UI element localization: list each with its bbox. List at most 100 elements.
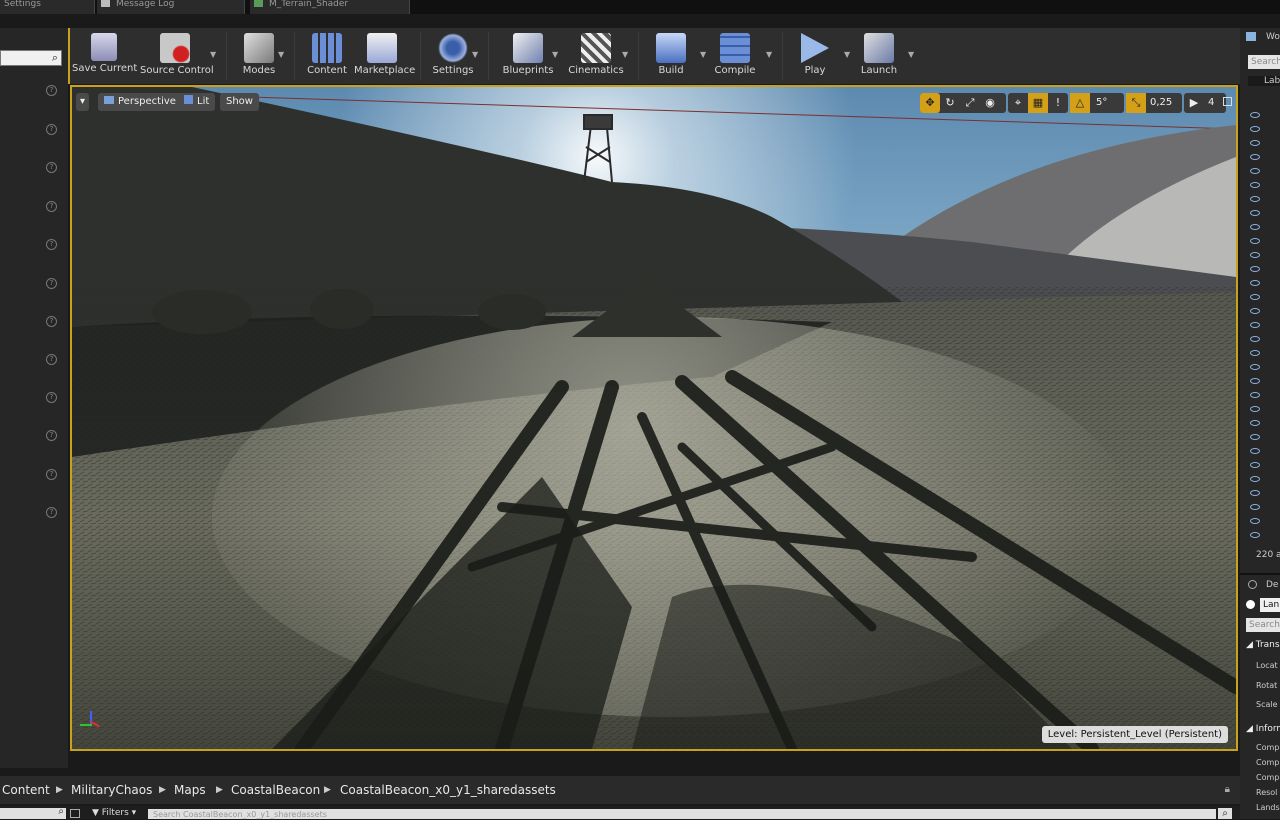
build-button[interactable]: Build — [646, 33, 696, 81]
breadcrumb-maps[interactable]: Maps — [174, 776, 206, 804]
marketplace-button[interactable]: Marketplace — [354, 33, 415, 81]
viewport-options-button[interactable]: ▾ — [76, 93, 90, 111]
perspective-button[interactable]: Perspective — [98, 93, 182, 111]
visibility-icon[interactable] — [1250, 434, 1260, 440]
maximize-icon[interactable] — [1223, 97, 1232, 106]
visibility-icon[interactable] — [1250, 532, 1260, 538]
visibility-icon[interactable] — [1250, 252, 1260, 258]
chevron-down-icon[interactable]: ▼ — [472, 50, 478, 59]
cinematics-button[interactable]: Cinematics — [566, 33, 626, 81]
visibility-icon[interactable] — [1250, 294, 1260, 300]
grid-warning-icon[interactable]: ! — [1048, 93, 1068, 113]
source-control-button[interactable]: Source Control — [140, 33, 214, 81]
visibility-icon[interactable] — [1250, 168, 1260, 174]
help-icon[interactable]: ? — [46, 392, 57, 403]
breadcrumb-arrow-icon[interactable]: ▶ — [216, 776, 223, 804]
transform-section[interactable]: ◢ Trans — [1246, 640, 1280, 650]
chevron-down-icon[interactable]: ▼ — [766, 50, 772, 59]
details-search-input[interactable]: Search — [1246, 618, 1280, 632]
show-button[interactable]: Show — [220, 93, 259, 111]
help-icon[interactable]: ? — [46, 316, 57, 327]
help-icon[interactable]: ? — [46, 354, 57, 365]
help-icon[interactable]: ? — [46, 124, 57, 135]
visibility-icon[interactable] — [1250, 462, 1260, 468]
translate-icon[interactable]: ✥ — [920, 93, 940, 113]
level-viewport[interactable]: ▾ Perspective Lit Show ✥ ↻ ⤢ ◉ ⌖ ▦! △ 5° ⤡ 0,2… — [70, 85, 1238, 751]
visibility-icon[interactable] — [1250, 392, 1260, 398]
breadcrumb-content[interactable]: Content — [2, 776, 50, 804]
visibility-icon[interactable] — [1250, 182, 1260, 188]
help-icon[interactable]: ? — [46, 85, 57, 96]
breadcrumb-militarychaos[interactable]: MilitaryChaos — [71, 776, 152, 804]
help-icon[interactable]: ? — [46, 469, 57, 480]
breadcrumb-sharedassets[interactable]: CoastalBeacon_x0_y1_sharedassets — [340, 776, 556, 804]
visibility-icon[interactable] — [1250, 420, 1260, 426]
tab-settings[interactable]: Settings — [0, 0, 95, 14]
modes-search-input[interactable]: ⌕ — [0, 50, 62, 66]
breadcrumb-arrow-icon[interactable]: ▶ — [324, 776, 331, 804]
modes-button[interactable]: Modes — [234, 33, 284, 81]
help-icon[interactable]: ? — [46, 201, 57, 212]
rotate-icon[interactable]: ↻ — [940, 93, 960, 113]
compile-button[interactable]: Compile — [710, 33, 760, 81]
visibility-icon[interactable] — [1250, 210, 1260, 216]
world-local-icon[interactable]: ◉ — [980, 93, 1000, 113]
launch-button[interactable]: Launch — [854, 33, 904, 81]
visibility-icon[interactable] — [1250, 518, 1260, 524]
visibility-icon[interactable] — [1250, 154, 1260, 160]
breadcrumb-coastalbeacon[interactable]: CoastalBeacon — [231, 776, 320, 804]
viewport-scene[interactable] — [72, 87, 1236, 749]
help-icon[interactable]: ? — [46, 239, 57, 250]
lock-icon[interactable]: 🔒︎ — [1225, 776, 1230, 804]
help-icon[interactable]: ? — [46, 278, 57, 289]
chevron-down-icon[interactable]: ▼ — [278, 50, 284, 59]
actor-name-field[interactable]: Lan — [1260, 598, 1280, 612]
visibility-icon[interactable] — [1250, 238, 1260, 244]
help-icon[interactable]: ? — [46, 162, 57, 173]
chevron-down-icon[interactable]: ▼ — [908, 50, 914, 59]
filters-dropdown[interactable]: ▼ Filters ▾ — [92, 806, 136, 819]
chevron-down-icon[interactable]: ▼ — [622, 50, 628, 59]
tab-terrain-shader[interactable]: M_Terrain_Shader — [250, 0, 410, 14]
outliner-search-input[interactable]: Search — [1248, 55, 1280, 69]
help-icon[interactable]: ? — [46, 430, 57, 441]
information-section[interactable]: ◢ Inform — [1246, 724, 1280, 734]
content-button[interactable]: Content — [302, 33, 352, 81]
lit-button[interactable]: Lit — [178, 93, 216, 111]
visibility-icon[interactable] — [1250, 224, 1260, 230]
visibility-icon[interactable] — [1250, 364, 1260, 370]
outliner-label-column[interactable]: Lab — [1248, 76, 1280, 86]
visibility-icon[interactable] — [1250, 476, 1260, 482]
visibility-icon[interactable] — [1250, 112, 1260, 118]
scale-icon[interactable]: ⤢ — [960, 93, 980, 113]
camera-speed[interactable]: ▶ 4 — [1184, 93, 1226, 113]
visibility-icon[interactable] — [1250, 126, 1260, 132]
visibility-icon[interactable] — [1250, 266, 1260, 272]
blueprints-button[interactable]: Blueprints — [498, 33, 558, 81]
tab-message-log[interactable]: Message Log — [97, 0, 245, 14]
visibility-icon[interactable] — [1250, 490, 1260, 496]
visibility-icon[interactable] — [1250, 378, 1260, 384]
help-icon[interactable]: ? — [46, 507, 57, 518]
visibility-icon[interactable] — [1250, 322, 1260, 328]
play-button[interactable]: Play — [790, 33, 840, 81]
asset-search-input[interactable]: Search CoastalBeacon_x0_y1_sharedassets — [148, 809, 1216, 819]
visibility-icon[interactable] — [1250, 448, 1260, 454]
visibility-icon[interactable] — [1250, 504, 1260, 510]
chevron-down-icon[interactable]: ▼ — [552, 50, 558, 59]
path-search-input[interactable]: ⌕ — [0, 806, 66, 819]
visibility-icon[interactable] — [1250, 336, 1260, 342]
visibility-icon[interactable] — [1250, 308, 1260, 314]
breadcrumb-arrow-icon[interactable]: ▶ — [56, 776, 63, 804]
visibility-icon[interactable] — [1250, 406, 1260, 412]
breadcrumb-arrow-icon[interactable]: ▶ — [159, 776, 166, 804]
visibility-icon[interactable] — [1250, 140, 1260, 146]
search-icon[interactable]: ⌕ — [1218, 808, 1232, 819]
chevron-down-icon[interactable]: ▼ — [210, 50, 216, 59]
grid-snap-icon[interactable]: ▦ — [1028, 93, 1048, 113]
save-current-button[interactable]: Save Current — [72, 33, 137, 81]
save-all-icon[interactable] — [70, 809, 80, 818]
rotation-snap[interactable]: △ 5° — [1070, 93, 1124, 113]
scale-snap[interactable]: ⤡ 0,25 — [1126, 93, 1182, 113]
chevron-down-icon[interactable]: ▼ — [844, 50, 850, 59]
